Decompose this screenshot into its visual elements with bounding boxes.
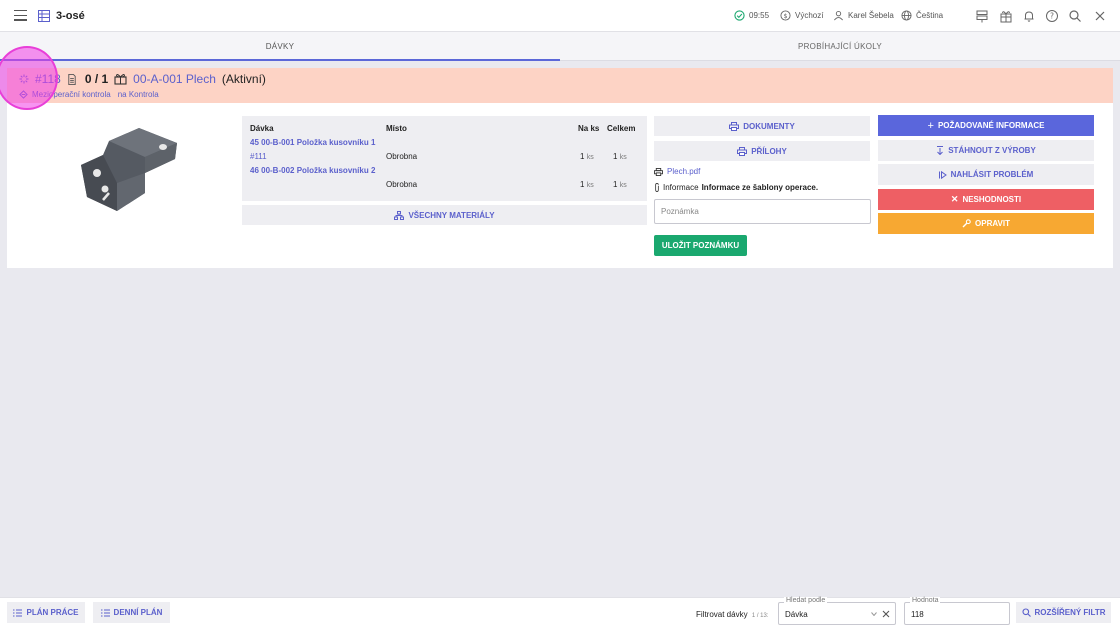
clock-status: 09:55: [734, 10, 769, 21]
table-row-2-total: 1 ks: [613, 180, 627, 189]
column-header-place: Místo: [386, 124, 407, 133]
gift-icon[interactable]: [999, 9, 1013, 23]
globe-icon: [901, 10, 912, 21]
tab-batches[interactable]: DÁVKY: [0, 32, 560, 61]
paperclip-icon: [655, 183, 659, 192]
required-info-button[interactable]: + POŽADOVANÉ INFORMACE: [878, 115, 1094, 136]
work-plan-button[interactable]: PLÁN PRÁCE: [7, 602, 85, 623]
download-icon: [937, 146, 944, 155]
hierarchy-icon: [394, 210, 405, 220]
part-link[interactable]: 00-A-001 Plech: [133, 72, 216, 86]
note-input[interactable]: [654, 199, 871, 224]
plus-icon: +: [927, 119, 934, 132]
filter-count: 1 / 13:: [751, 613, 769, 619]
attachments-button[interactable]: PŘÍLOHY: [654, 141, 870, 161]
menu-icon[interactable]: [14, 10, 27, 21]
bottom-bar: PLÁN PRÁCE DENNÍ PLÁN Filtrovat dávky 1 …: [0, 597, 1120, 630]
attachment-file-link[interactable]: Plech.pdf: [667, 167, 700, 176]
user-menu[interactable]: Karel Šebela: [833, 10, 894, 21]
table-row-2-place: Obrobna: [386, 180, 418, 189]
help-icon[interactable]: ?: [1045, 9, 1059, 23]
search-by-label: Hledat podle: [784, 597, 828, 604]
documents-button[interactable]: DOKUMENTY: [654, 116, 870, 136]
printer-icon: [737, 146, 748, 156]
user-icon: [834, 11, 843, 21]
all-materials-button[interactable]: VŠECHNY MATERIÁLY: [242, 205, 647, 225]
search-icon: [1021, 608, 1031, 617]
page-title: 3-osé: [56, 10, 85, 22]
extended-filter-button[interactable]: ROZŠÍŘENÝ FILTR: [1016, 602, 1111, 623]
printer-icon: [654, 167, 663, 176]
wrench-icon: [962, 219, 971, 228]
bell-icon[interactable]: [1022, 9, 1036, 23]
user-name: Karel Šebela: [848, 11, 894, 20]
operation-link[interactable]: Mezioperační kontrola: [32, 90, 111, 99]
skip-icon: [938, 170, 947, 179]
clear-icon[interactable]: [882, 610, 890, 618]
column-header-batch: Dávka: [250, 124, 274, 133]
download-button[interactable]: STÁHNOUT Z VÝROBY: [878, 140, 1094, 161]
fix-button[interactable]: OPRAVIT: [878, 213, 1094, 234]
document-icon[interactable]: [67, 73, 77, 85]
table-icon: [38, 10, 50, 22]
list-icon: [13, 609, 23, 616]
progress-count: 0 / 1: [84, 72, 109, 86]
route-icon: [19, 90, 28, 99]
info-label: Informace: [663, 183, 699, 192]
value-input[interactable]: 118: [911, 610, 924, 619]
list-icon: [100, 609, 110, 616]
table-row-2-qty: 1 ks: [580, 180, 594, 189]
tab-bar: DÁVKY PROBÍHAJÍCÍ ÚKOLY: [0, 32, 1120, 61]
value-field[interactable]: Hodnota 118: [904, 597, 1010, 625]
workspace-selector[interactable]: $ Výchozí: [780, 10, 823, 21]
target-link[interactable]: na Kontrola: [118, 90, 159, 99]
chevron-down-icon[interactable]: [871, 612, 877, 616]
operation-card: Dávka Místo Na ks Celkem 45 00-B-001 Pol…: [7, 103, 1113, 268]
search-by-select[interactable]: Hledat podle Dávka: [778, 597, 896, 625]
search-icon[interactable]: [1068, 9, 1082, 23]
close-icon[interactable]: [1093, 9, 1107, 23]
nonconformities-button[interactable]: ✕ NESHODNOSTI: [878, 189, 1094, 210]
save-note-button[interactable]: ULOŽIT POZNÁMKU: [654, 235, 747, 256]
spinner-icon: [19, 74, 29, 84]
svg-text:?: ?: [1050, 12, 1054, 21]
operation-header: #118 0 / 1 00-A-001 Plech (Aktivní) Mezi…: [7, 68, 1113, 103]
tab-running-tasks[interactable]: PROBÍHAJÍCÍ ÚKOLY: [560, 32, 1120, 61]
check-circle-icon: [734, 10, 745, 21]
dollar-circle-icon: $: [780, 10, 791, 21]
part-image: [81, 128, 177, 211]
info-value: Informace ze šablony operace.: [701, 183, 819, 192]
part-state: (Aktivní): [221, 72, 266, 86]
x-icon: ✕: [950, 194, 959, 204]
table-row-1-place: Obrobna: [386, 152, 418, 161]
package-icon: [114, 74, 127, 85]
daily-plan-button[interactable]: DENNÍ PLÁN: [93, 602, 170, 623]
time-label: 09:55: [749, 11, 770, 20]
table-row-1-total: 1 ks: [613, 152, 627, 161]
table-row-1-batch-link[interactable]: 45 00-B-001 Položka kusovníku 1: [250, 138, 375, 147]
signpost-icon[interactable]: [975, 9, 989, 23]
column-header-per-piece: Na ks: [578, 124, 600, 133]
attachment-file[interactable]: Plech.pdf: [654, 167, 700, 176]
table-row-1-qty: 1 ks: [580, 152, 594, 161]
svg-text:$: $: [783, 12, 787, 20]
table-row-2-batch-link[interactable]: 46 00-B-002 Položka kusovníku 2: [250, 166, 375, 175]
table-row-1-sub-link[interactable]: #111: [250, 152, 267, 161]
column-header-total: Celkem: [607, 124, 636, 133]
printer-icon: [729, 121, 740, 131]
workspace-label: Výchozí: [795, 11, 824, 20]
language-selector[interactable]: Čeština: [901, 10, 943, 21]
language-label: Čeština: [916, 11, 944, 20]
batch-id-link[interactable]: #118: [35, 72, 61, 86]
filter-label: Filtrovat dávky 1 / 13:: [696, 610, 769, 619]
report-problem-button[interactable]: NAHLÁSIT PROBLÉM: [878, 164, 1094, 185]
search-by-value: Dávka: [785, 610, 808, 619]
top-bar: 3-osé 09:55 $ Výchozí Karel Šebela Češti…: [0, 0, 1120, 32]
materials-table: Dávka Místo Na ks Celkem 45 00-B-001 Pol…: [242, 116, 647, 201]
value-label: Hodnota: [910, 597, 941, 604]
info-line: Informace Informace ze šablony operace.: [654, 183, 818, 192]
